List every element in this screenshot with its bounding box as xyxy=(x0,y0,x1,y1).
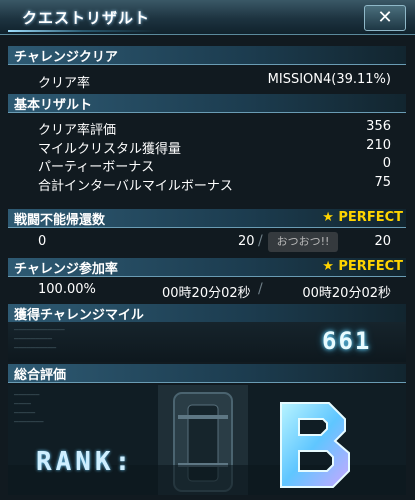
section-title: チャレンジクリア xyxy=(14,50,118,65)
result-row-value: 75 xyxy=(374,175,391,190)
section-title: 獲得チャレンジマイル xyxy=(14,308,144,323)
miles-value: 661 xyxy=(322,327,372,355)
result-row-label: パーティーボーナス xyxy=(38,160,155,175)
quest-result-window: クエストリザルト ✕ チャレンジクリア クリア率 MISSION4(39.11%… xyxy=(0,0,415,500)
section-header-basic-result: 基本リザルト xyxy=(8,94,406,113)
section-title: 総合評価 xyxy=(14,368,67,383)
section-title: チャレンジ参加率 xyxy=(14,262,118,277)
section-header-challenge-clear: チャレンジクリア xyxy=(8,46,406,65)
clear-rate-label: クリア率 xyxy=(38,76,91,91)
window-title: クエストリザルト xyxy=(22,9,151,27)
clear-rate-value: MISSION4(39.11%) xyxy=(267,72,391,87)
section-title: 戦闘不能帰還数 xyxy=(14,213,106,228)
incap-target: 20 xyxy=(374,234,391,249)
rank-letter-icon xyxy=(280,402,350,488)
incap-limit: 20 xyxy=(238,234,255,249)
participation-rate: 100.00% xyxy=(38,282,96,297)
result-row-label: マイルクリスタル獲得量 xyxy=(38,142,182,157)
title-underline xyxy=(8,30,158,32)
close-icon: ✕ xyxy=(377,7,393,28)
participation-time: 00時20分02秒 xyxy=(162,286,251,301)
background-text: ━━━━━━━━━━━━ ━━━━━━━━━ ━━━━━━━━━━ xyxy=(14,326,65,352)
incap-count: 0 xyxy=(38,234,47,249)
chat-bubble: おつおつ!! xyxy=(268,232,338,252)
rank-panel: ━━━━━━━━━━━━━━━━━━━━━━ RANK: B xyxy=(8,385,406,495)
quest-time: 00時20分02秒 xyxy=(302,286,391,301)
divider-slash: / xyxy=(258,233,263,249)
result-row-label: クリア率評価 xyxy=(38,123,117,138)
result-row-value: 356 xyxy=(366,119,391,134)
result-row-label: 合計インターバルマイルボーナス xyxy=(38,179,233,194)
background-text: ━━━━━━ ━━━━ ━━━━━ ━━━━━━━ xyxy=(14,391,44,426)
section-header-overall: 総合評価 xyxy=(8,364,406,383)
perfect-badge: ★ PERFECT xyxy=(322,259,403,274)
result-row-value: 0 xyxy=(382,156,391,171)
section-title: 基本リザルト xyxy=(14,98,93,113)
divider-slash: / xyxy=(258,281,263,297)
perfect-badge: ★ PERFECT xyxy=(322,210,403,225)
result-row-value: 210 xyxy=(366,138,391,153)
section-header-miles: 獲得チャレンジマイル xyxy=(8,304,406,323)
title-bar: クエストリザルト ✕ xyxy=(0,0,415,35)
rank-label: RANK: xyxy=(36,447,135,477)
close-button[interactable]: ✕ xyxy=(364,5,406,31)
